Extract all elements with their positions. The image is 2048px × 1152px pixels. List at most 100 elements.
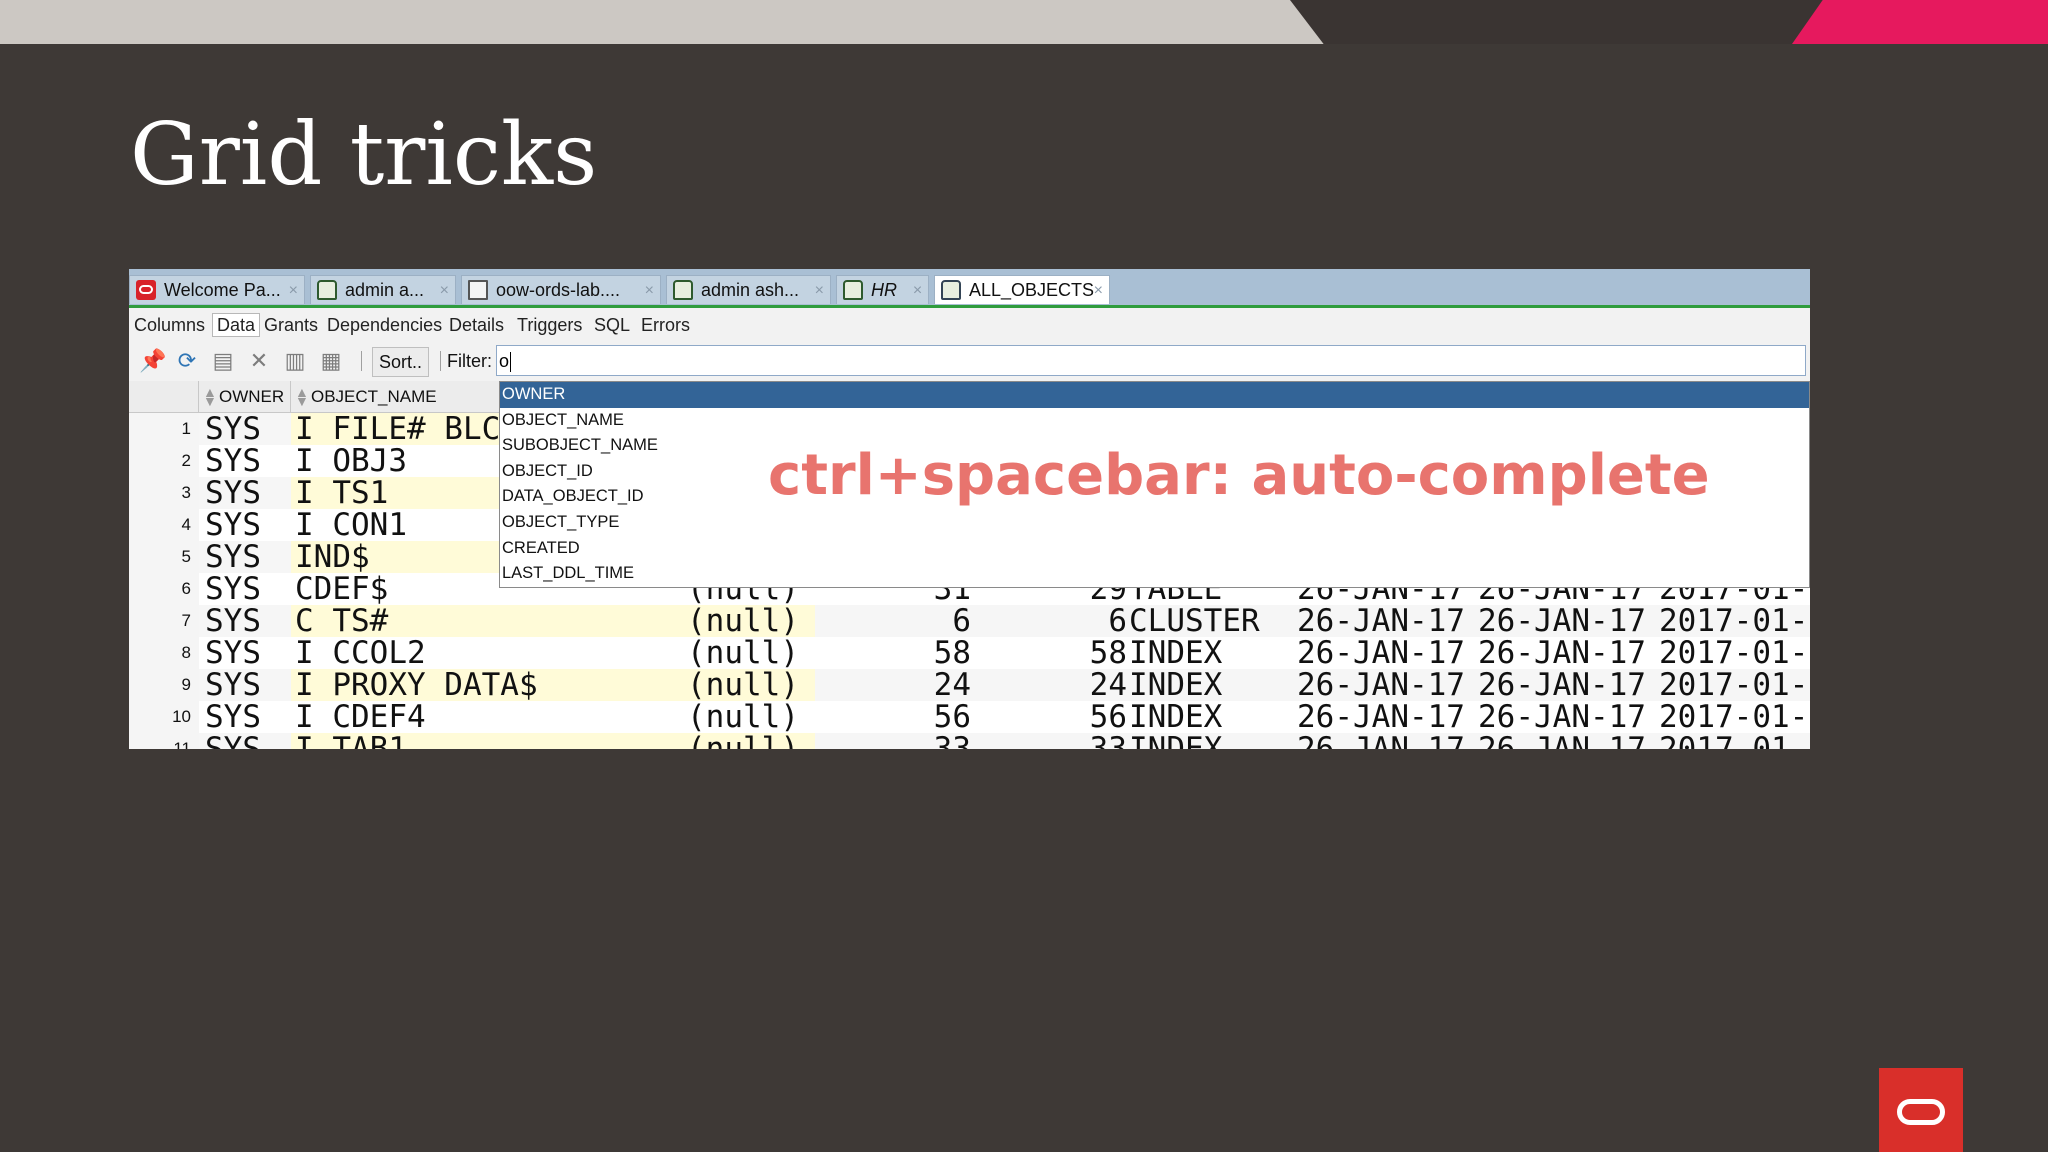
cell-object-name: I_TS1 xyxy=(291,477,503,509)
cell-object-id: 33 xyxy=(861,733,971,749)
subtab-details[interactable]: Details xyxy=(449,314,504,336)
object-subtabs: Columns Data Grants Dependencies Details… xyxy=(129,308,1810,342)
column-header-object-name[interactable]: ▲ ▼ OBJECT_NAME xyxy=(291,381,501,413)
cell-owner: SYS xyxy=(205,573,261,605)
tab-admin-ash[interactable]: admin ash... × xyxy=(666,275,831,304)
cell-subobject-name: (null) xyxy=(687,605,799,637)
tab-admin-a[interactable]: admin a... × xyxy=(310,275,456,304)
cell-timestamp: 2017-01- xyxy=(1659,637,1809,669)
cell-object-name: I_OBJ3 xyxy=(295,445,407,477)
column-header-label: OWNER xyxy=(219,387,285,406)
filter-value: o xyxy=(499,351,510,371)
close-icon[interactable]: × xyxy=(645,276,654,305)
subtab-data[interactable]: Data xyxy=(212,313,261,337)
slide-title: Grid tricks xyxy=(130,105,598,205)
sql-worksheet-icon xyxy=(843,280,863,300)
pin-icon[interactable]: 📌 xyxy=(139,349,166,373)
filter-input[interactable]: o xyxy=(496,345,1806,376)
cell-object-name: IND$ xyxy=(291,541,503,573)
autocomplete-item-last-ddl-time[interactable]: LAST_DDL_TIME xyxy=(500,561,1809,587)
table-row[interactable]: 10 SYS I_CDEF4 (null) 56 56 INDEX 26-JAN… xyxy=(129,701,1810,733)
autocomplete-item-object-name[interactable]: OBJECT_NAME xyxy=(500,408,1809,434)
tab-label: ALL_OBJECTS xyxy=(969,280,1095,300)
cell-created: 26-JAN-17 xyxy=(1297,701,1465,733)
cell-object-type: INDEX xyxy=(1129,669,1223,701)
column-header-label: OBJECT_NAME xyxy=(311,387,437,406)
cell-timestamp: 2017-01- xyxy=(1659,701,1809,733)
tab-label: Welcome Pa... xyxy=(164,280,281,300)
row-number-header xyxy=(129,381,199,413)
sort-arrows-icon: ▲ ▼ xyxy=(295,384,309,409)
cell-owner: SYS xyxy=(205,605,261,637)
cell-object-type: INDEX xyxy=(1129,701,1223,733)
subtab-triggers[interactable]: Triggers xyxy=(517,314,582,336)
row-number: 5 xyxy=(129,541,199,573)
sql-worksheet-icon xyxy=(673,280,693,300)
annotation-caption: ctrl+spacebar: auto-complete xyxy=(768,443,1710,508)
table-row[interactable]: 8 SYS I_CCOL2 (null) 58 58 INDEX 26-JAN-… xyxy=(129,637,1810,669)
tab-welcome-page[interactable]: Welcome Pa... × xyxy=(129,275,305,304)
subtab-sql[interactable]: SQL xyxy=(594,314,630,336)
row-number: 8 xyxy=(129,637,199,669)
row-number: 11 xyxy=(129,733,199,749)
cell-data-object-id: 58 xyxy=(1089,637,1127,669)
tab-label: HR xyxy=(871,280,897,300)
row-number: 7 xyxy=(129,605,199,637)
column-header-owner[interactable]: ▲ ▼ OWNER xyxy=(199,381,291,413)
rollback-icon[interactable]: ▦ xyxy=(319,349,343,373)
close-icon[interactable]: × xyxy=(1094,276,1103,305)
tab-oow-ords-lab[interactable]: oow-ords-lab.... × xyxy=(461,275,661,304)
row-number: 6 xyxy=(129,573,199,605)
tab-label: admin a... xyxy=(345,280,425,300)
cell-last-ddl-time: 26-JAN-17 xyxy=(1478,637,1646,669)
filter-label: Filter: xyxy=(447,351,492,371)
table-row[interactable]: 11 SYS I_TAB1 (null) 33 33 INDEX 26-JAN-… xyxy=(129,733,1810,749)
cell-subobject-name: (null) xyxy=(687,733,799,749)
cell-object-type: CLUSTER xyxy=(1129,605,1260,637)
cell-object-name: I_FILE#_BLC xyxy=(291,413,503,445)
row-number: 4 xyxy=(129,509,199,541)
sort-button[interactable]: Sort.. xyxy=(372,347,430,377)
refresh-icon[interactable]: ⟳ xyxy=(175,349,199,373)
cell-owner: SYS xyxy=(205,669,261,701)
cell-object-id: 6 xyxy=(952,605,971,637)
subtab-columns[interactable]: Columns xyxy=(134,314,205,336)
editor-tab-bar: Welcome Pa... × admin a... × oow-ords-la… xyxy=(129,269,1810,308)
cell-owner: SYS xyxy=(205,541,261,573)
autocomplete-item-owner[interactable]: OWNER xyxy=(500,382,1809,408)
document-icon xyxy=(468,280,488,300)
tab-hr[interactable]: HR × xyxy=(836,275,929,304)
text-caret xyxy=(510,352,512,373)
delete-row-icon[interactable]: ✕ xyxy=(247,349,271,373)
cell-last-ddl-time: 26-JAN-17 xyxy=(1478,605,1646,637)
insert-row-icon[interactable]: ▤ xyxy=(211,349,235,373)
table-row[interactable]: 9 SYS I_PROXY_DATA$ (null) 24 24 INDEX 2… xyxy=(129,669,1810,701)
close-icon[interactable]: × xyxy=(913,276,922,305)
cell-owner: SYS xyxy=(205,413,261,445)
cell-last-ddl-time: 26-JAN-17 xyxy=(1478,733,1646,749)
autocomplete-item-created[interactable]: CREATED xyxy=(500,536,1809,562)
decorative-shape xyxy=(1290,0,1850,44)
cell-object-id: 58 xyxy=(933,637,971,669)
cell-timestamp: 2017-01- xyxy=(1659,669,1809,701)
cell-owner: SYS xyxy=(205,701,261,733)
oracle-icon xyxy=(136,280,156,300)
cell-object-id: 56 xyxy=(933,701,971,733)
sql-developer-screenshot: Welcome Pa... × admin a... × oow-ords-la… xyxy=(129,269,1810,749)
data-toolbar: 📌 ⟳ ▤ ✕ ▥ ▦ Sort.. Filter: o xyxy=(129,341,1810,382)
close-icon[interactable]: × xyxy=(440,276,449,305)
cell-data-object-id: 6 xyxy=(1108,605,1127,637)
cell-data-object-id: 24 xyxy=(1089,669,1127,701)
close-icon[interactable]: × xyxy=(289,276,298,305)
toolbar-divider xyxy=(361,351,362,371)
autocomplete-item-object-type[interactable]: OBJECT_TYPE xyxy=(500,510,1809,536)
close-icon[interactable]: × xyxy=(815,276,824,305)
tab-all-objects[interactable]: ALL_OBJECTS × xyxy=(934,275,1110,304)
subtab-dependencies[interactable]: Dependencies xyxy=(327,314,442,336)
table-row[interactable]: 7 SYS C_TS# (null) 6 6 CLUSTER 26-JAN-17… xyxy=(129,605,1810,637)
cell-timestamp: 2017-01- xyxy=(1659,733,1808,749)
subtab-errors[interactable]: Errors xyxy=(641,314,690,336)
commit-icon[interactable]: ▥ xyxy=(283,349,307,373)
cell-data-object-id: 33 xyxy=(1029,733,1127,749)
subtab-grants[interactable]: Grants xyxy=(264,314,318,336)
